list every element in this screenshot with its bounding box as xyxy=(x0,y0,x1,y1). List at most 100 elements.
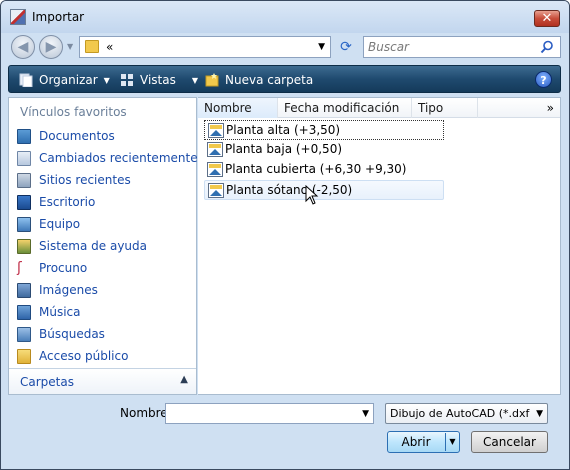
list-item[interactable]: Planta alta (+3,50) xyxy=(204,120,444,140)
cancel-button[interactable]: Cancelar xyxy=(471,431,548,453)
sidebar-item-label: Música xyxy=(39,305,81,319)
open-button[interactable]: Abrir ▼ xyxy=(387,431,460,453)
window-title: Importar xyxy=(32,10,85,24)
recently-changed-icon xyxy=(17,151,31,166)
sidebar-item-escritorio[interactable]: Escritorio xyxy=(9,192,196,214)
file-name: Planta cubierta (+6,30 +9,30) xyxy=(225,162,407,176)
autocad-file-icon xyxy=(208,123,224,138)
sidebar-item-label: Escritorio xyxy=(39,195,96,209)
autocad-file-icon xyxy=(207,162,223,177)
sidebar-item-label: Sistema de ayuda xyxy=(39,239,147,253)
sidebar-item-label: Imágenes xyxy=(39,283,98,297)
import-dialog: Importar ✕ ◀ ▶ ▼ « ▼ ⟳ Organizar ▼ xyxy=(0,0,570,470)
sidebar-item-sistema-de-ayuda[interactable]: Sistema de ayuda xyxy=(9,236,196,258)
views-icon xyxy=(121,74,133,86)
help-icon[interactable]: ? xyxy=(535,71,552,88)
views-caret-icon: ▼ xyxy=(191,76,198,85)
music-icon xyxy=(17,305,31,320)
sidebar-item-label: Documentos xyxy=(39,129,115,143)
forward-button[interactable]: ▶ xyxy=(39,35,63,59)
public-folder-icon xyxy=(17,349,31,364)
sidebar-item-cambiados-recientemente[interactable]: Cambiados recientemente xyxy=(9,148,198,170)
organize-menu[interactable]: Organizar ▼ xyxy=(19,71,110,89)
autocad-file-icon xyxy=(208,183,224,198)
file-name-label: Nombre: xyxy=(120,406,172,420)
file-list-pane: Nombre Fecha modificación Tipo » Planta … xyxy=(198,97,561,395)
navigation-pane: Vínculos favoritos Documentos Cambiados … xyxy=(8,97,198,395)
documents-icon xyxy=(17,129,31,144)
file-name-input[interactable] xyxy=(169,406,349,421)
title-bar[interactable]: Importar ✕ xyxy=(1,1,569,33)
sidebar-item-label: Procuno xyxy=(39,261,88,275)
recent-places-icon xyxy=(17,173,31,188)
sidebar-item-label: Cambiados recientemente xyxy=(39,151,198,165)
refresh-button[interactable]: ⟳ xyxy=(335,37,357,57)
help-system-icon xyxy=(17,239,31,254)
new-folder-label: Nueva carpeta xyxy=(225,73,314,87)
column-header-modified[interactable]: Fecha modificación xyxy=(278,98,412,118)
chevron-up-icon: ▲ xyxy=(180,374,188,385)
folder-icon xyxy=(85,40,99,53)
app-icon xyxy=(10,9,26,25)
favorites-title: Vínculos favoritos xyxy=(20,105,127,119)
sidebar-item-sitios-recientes[interactable]: Sitios recientes xyxy=(9,170,196,192)
folders-toggle[interactable]: Carpetas ▲ xyxy=(9,368,196,394)
address-bar[interactable]: « ▼ xyxy=(79,36,331,58)
column-headers: Nombre Fecha modificación Tipo » xyxy=(198,98,560,118)
views-label: Vistas xyxy=(140,73,176,87)
pictures-icon xyxy=(17,283,31,298)
address-text: « xyxy=(106,40,114,54)
file-name: Planta baja (+0,50) xyxy=(225,142,343,156)
organize-label: Organizar xyxy=(39,73,98,87)
procuno-icon: ʃ xyxy=(17,260,22,276)
file-name: Planta sótano (-2,50) xyxy=(226,183,353,197)
sidebar-item-imagenes[interactable]: Imágenes xyxy=(9,280,196,302)
sidebar-item-label: Sitios recientes xyxy=(39,173,131,187)
computer-icon xyxy=(17,217,31,232)
navigation-bar: ◀ ▶ ▼ « ▼ ⟳ xyxy=(1,33,569,61)
recent-pages-dropdown-icon[interactable]: ▼ xyxy=(67,42,73,51)
sidebar-item-musica[interactable]: Música xyxy=(9,302,196,324)
back-button[interactable]: ◀ xyxy=(11,35,35,59)
search-box[interactable] xyxy=(363,36,561,58)
list-item[interactable]: Planta cubierta (+6,30 +9,30) xyxy=(204,160,444,180)
address-dropdown-icon[interactable]: ▼ xyxy=(318,42,325,52)
column-header-name[interactable]: Nombre xyxy=(198,98,278,118)
open-label: Abrir xyxy=(401,435,431,449)
organize-caret-icon: ▼ xyxy=(103,76,110,85)
file-type-select[interactable]: Dibujo de AutoCAD (*.dxf;*.dw ▼ xyxy=(385,403,548,424)
command-toolbar: Organizar ▼ Vistas ▼ Nueva carpeta ? xyxy=(8,65,561,93)
file-name-combo[interactable]: ▼ xyxy=(165,403,374,424)
chevron-down-icon: ▼ xyxy=(536,409,543,419)
sidebar-item-equipo[interactable]: Equipo xyxy=(9,214,196,236)
new-folder-icon xyxy=(205,73,219,87)
chevron-down-icon[interactable]: ▼ xyxy=(362,409,369,419)
close-button[interactable]: ✕ xyxy=(534,10,560,27)
open-options-icon[interactable]: ▼ xyxy=(445,433,459,451)
desktop-icon xyxy=(17,195,31,210)
sidebar-item-label: Equipo xyxy=(39,217,81,231)
more-columns-button[interactable]: » xyxy=(547,98,554,118)
file-list: Planta alta (+3,50) Planta baja (+0,50) … xyxy=(204,120,444,200)
file-name: Planta alta (+3,50) xyxy=(226,123,341,137)
list-item[interactable]: Planta sótano (-2,50) xyxy=(204,180,444,200)
new-folder-button[interactable]: Nueva carpeta xyxy=(205,71,313,89)
mouse-cursor-icon xyxy=(305,185,319,205)
file-type-value: Dibujo de AutoCAD (*.dxf;*.dw xyxy=(390,407,530,420)
autocad-file-icon xyxy=(207,142,223,157)
list-item[interactable]: Planta baja (+0,50) xyxy=(204,140,444,160)
search-input[interactable] xyxy=(368,39,538,55)
organize-icon xyxy=(19,73,33,87)
views-menu[interactable]: Vistas ▼ xyxy=(120,71,198,89)
favorites-list: Documentos Cambiados recientemente Sitio… xyxy=(9,126,198,368)
sidebar-item-label: Búsquedas xyxy=(39,327,105,341)
sidebar-item-label: Acceso público xyxy=(39,349,129,363)
search-icon[interactable] xyxy=(540,40,554,54)
folders-label: Carpetas xyxy=(20,375,74,389)
sidebar-item-acceso-publico[interactable]: Acceso público xyxy=(9,346,196,368)
sidebar-item-procuno[interactable]: ʃ Procuno xyxy=(9,258,196,280)
sidebar-item-documentos[interactable]: Documentos xyxy=(9,126,196,148)
sidebar-item-busquedas[interactable]: Búsquedas xyxy=(9,324,196,346)
searches-icon xyxy=(17,327,31,342)
column-header-type[interactable]: Tipo xyxy=(412,98,478,118)
